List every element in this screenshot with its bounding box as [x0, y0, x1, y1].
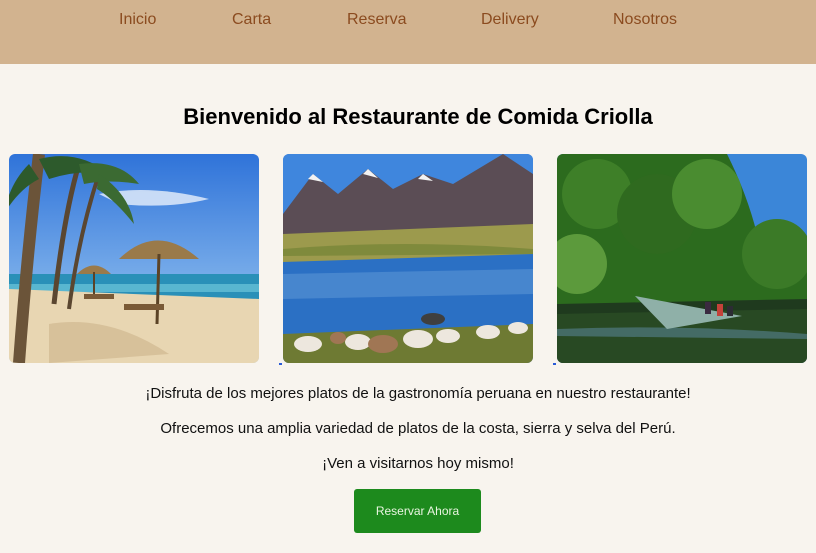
nav-link-delivery[interactable]: Delivery	[481, 11, 539, 29]
visit-paragraph: ¡Ven a visitarnos hoy mismo!	[322, 455, 514, 472]
variety-paragraph: Ofrecemos una amplia variedad de platos …	[160, 420, 676, 437]
amazon-river-photo	[557, 154, 807, 363]
intro-paragraph: ¡Disfruta de los mejores platos de la ga…	[145, 385, 691, 402]
nav-link-nosotros[interactable]: Nosotros	[613, 11, 677, 29]
nav-link-carta[interactable]: Carta	[232, 11, 271, 29]
page-title: Bienvenido al Restaurante de Comida Crio…	[183, 104, 653, 129]
andean-lake-photo	[283, 154, 533, 363]
reserve-now-button[interactable]: Reservar Ahora	[354, 489, 481, 533]
gallery-link-underline	[279, 363, 282, 365]
gallery-link-underline	[553, 363, 556, 365]
nav-link-reserva[interactable]: Reserva	[347, 11, 407, 29]
beach-photo	[9, 154, 259, 363]
top-navigation-bar: Inicio Carta Reserva Delivery Nosotros	[0, 0, 816, 64]
nav-link-inicio[interactable]: Inicio	[119, 11, 156, 29]
